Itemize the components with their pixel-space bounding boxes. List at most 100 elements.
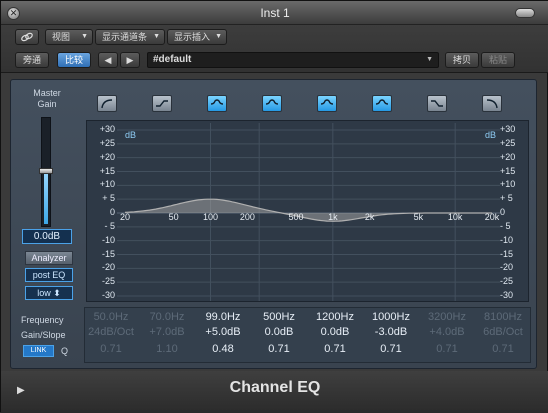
bell-band-icon	[320, 99, 334, 105]
band-6-gain[interactable]: -3.0dB	[363, 326, 419, 338]
band-button-5[interactable]	[317, 95, 337, 112]
plugin-name: Channel EQ	[229, 379, 321, 396]
db-tick-label: -30	[500, 290, 514, 300]
band-button-8[interactable]	[482, 95, 502, 112]
preset-menu[interactable]: #default ▼	[147, 52, 439, 68]
band-2-q[interactable]: 1.10	[139, 343, 195, 355]
post-eq-button[interactable]: post EQ	[25, 268, 73, 282]
low-cut-icon	[101, 99, 113, 109]
db-tick-label: +15	[500, 165, 516, 176]
resolution-menu[interactable]: low ⬍	[25, 286, 73, 300]
band-button-6[interactable]	[372, 95, 392, 112]
db-axis-left: +30 +25 +20 +15 +10 + 5 0 - 5 -10 -15 -20 -25 -30	[87, 121, 117, 303]
paste-button[interactable]: 粘贴	[481, 52, 515, 68]
band-2-freq[interactable]: 70.0Hz	[139, 311, 195, 323]
band-6-q[interactable]: 0.71	[363, 343, 419, 355]
toolbar-toggle-button[interactable]	[515, 8, 535, 18]
band-button-2[interactable]	[152, 95, 172, 112]
title-bar[interactable]: ✕ Inst 1	[1, 1, 548, 25]
fader-handle[interactable]	[39, 168, 53, 174]
frequency-tick-label: 5k	[413, 212, 424, 222]
db-tick-label: + 5	[102, 193, 115, 204]
plugin-window: ✕ Inst 1 视图 ▼ 显示通道条 ▼ 显示插入 ▼ 旁通 比较 ◀ ▶ #def…	[0, 0, 548, 413]
high-shelf-icon	[431, 100, 443, 107]
db-tick-label: -15	[500, 248, 514, 259]
db-tick-label: +10	[99, 179, 115, 190]
band-5-freq[interactable]: 1200Hz	[307, 311, 363, 323]
band-5-gain[interactable]: 0.0dB	[307, 326, 363, 338]
db-tick-label: +30	[500, 124, 516, 134]
previous-preset-button[interactable]: ◀	[98, 52, 118, 68]
band-button-1[interactable]	[97, 95, 117, 112]
updown-icon: ⬍	[53, 288, 61, 298]
arrow-right-icon: ▶	[126, 55, 134, 65]
link-icon	[21, 32, 33, 42]
band-1-q[interactable]: 0.71	[83, 343, 139, 355]
view-menu[interactable]: 视图 ▼	[45, 29, 93, 45]
band-1-gain[interactable]: 24dB/Oct	[83, 326, 139, 338]
preset-name: #default	[153, 54, 192, 65]
band-3-gain[interactable]: +5.0dB	[195, 326, 251, 338]
db-tick-label: - 5	[500, 220, 511, 231]
band-2-gain[interactable]: +7.0dB	[139, 326, 195, 338]
chevron-down-icon: ▼	[81, 33, 88, 40]
band-8-q[interactable]: 0.71	[475, 343, 531, 355]
eq-graph[interactable]: +30 +25 +20 +15 +10 + 5 0 - 5 -10 -15 -20 -25 -30 +3…	[86, 120, 529, 302]
band-4-q[interactable]: 0.71	[251, 343, 307, 355]
low-shelf-icon	[156, 100, 168, 107]
master-gain-value[interactable]: 0.0dB	[22, 229, 72, 244]
link-q-button[interactable]: LINK	[23, 345, 54, 357]
band-button-4[interactable]	[262, 95, 282, 112]
frequency-tick-label: 1k	[328, 212, 338, 222]
db-tick-label: -20	[500, 262, 514, 273]
compare-button[interactable]: 比较	[57, 52, 91, 68]
band-3-freq[interactable]: 99.0Hz	[195, 311, 251, 323]
db-unit-left: dB	[125, 130, 137, 140]
copy-button[interactable]: 拷贝	[445, 52, 479, 68]
db-tick-label: -15	[101, 248, 115, 259]
frequency-tick-label: 10k	[447, 212, 463, 222]
frequency-tick-label: 20	[119, 212, 131, 222]
band-4-gain[interactable]: 0.0dB	[251, 326, 307, 338]
bypass-button[interactable]: 旁通	[15, 52, 49, 68]
master-gain-strip: Master Gain 0.0dB Analyzer post EQ low ⬍	[16, 85, 78, 300]
band-button-3[interactable]	[207, 95, 227, 112]
band-7-q[interactable]: 0.71	[419, 343, 475, 355]
db-tick-label: -25	[500, 276, 514, 287]
band-parameters: Frequency Gain/Slope LINK Q 50.0Hz 24dB/O…	[11, 302, 538, 370]
band-6-freq[interactable]: 1000Hz	[363, 311, 419, 323]
band-7-freq[interactable]: 3200Hz	[419, 311, 475, 323]
band-8-gain[interactable]: 6dB/Oct	[475, 326, 531, 338]
db-tick-label: -20	[101, 262, 115, 273]
window-title: Inst 1	[260, 6, 290, 20]
frequency-tick-label: 20k	[484, 212, 500, 222]
band-5-q[interactable]: 0.71	[307, 343, 363, 355]
analyzer-button[interactable]: Analyzer	[25, 251, 73, 265]
link-button[interactable]	[15, 29, 39, 45]
band-7-gain[interactable]: +4.0dB	[419, 326, 475, 338]
high-cut-icon	[486, 99, 498, 109]
master-gain-label: Master Gain	[33, 88, 61, 109]
db-tick-label: +25	[99, 137, 115, 148]
band-1-freq[interactable]: 50.0Hz	[83, 311, 139, 323]
master-gain-fader[interactable]	[39, 117, 53, 227]
band-parameter-grid: 50.0Hz 24dB/Oct 0.71 70.0Hz +7.0dB 1.10 99.0Hz…	[84, 307, 531, 363]
db-tick-label: - 5	[104, 220, 115, 231]
next-preset-button[interactable]: ▶	[120, 52, 140, 68]
eq-plot[interactable]: dB dB 20 50 100 200 500 1k 2k 5k 10k 20k	[117, 121, 500, 303]
band-3-q[interactable]: 0.48	[195, 343, 251, 355]
band-4-freq[interactable]: 500Hz	[251, 311, 307, 323]
band-button-7[interactable]	[427, 95, 447, 112]
plugin-footer: ▶ Channel EQ	[1, 371, 548, 413]
chevron-down-icon: ▼	[426, 56, 433, 63]
db-tick-label: -10	[500, 234, 514, 245]
show-channel-strip-menu[interactable]: 显示通道条 ▼	[95, 29, 165, 45]
db-tick-label: 0	[109, 207, 115, 217]
fader-fill	[44, 171, 48, 224]
bell-band-icon	[265, 99, 279, 105]
show-insert-menu[interactable]: 显示插入 ▼	[167, 29, 227, 45]
band-8-freq[interactable]: 8100Hz	[475, 311, 531, 323]
resolution-value: low	[37, 288, 51, 298]
channel-eq-panel: Master Gain 0.0dB Analyzer post EQ low ⬍ …	[10, 79, 537, 369]
db-tick-label: -10	[101, 234, 115, 245]
